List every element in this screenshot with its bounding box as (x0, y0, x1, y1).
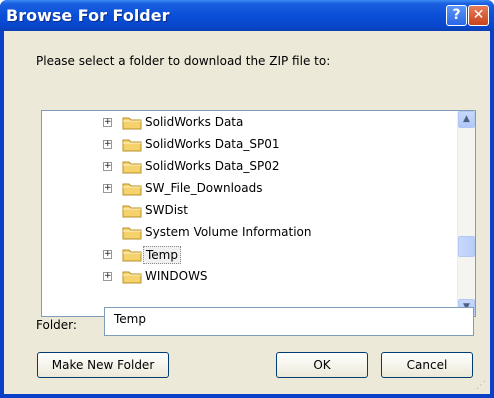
folder-icon (122, 271, 142, 284)
expand-toggle[interactable]: + (103, 250, 112, 259)
folder-icon (122, 183, 142, 196)
tree-item[interactable]: System Volume Information (42, 222, 452, 244)
expand-toggle[interactable]: + (103, 140, 112, 149)
instruction-text: Please select a folder to download the Z… (36, 54, 331, 68)
tree-item[interactable]: + SolidWorks Data_SP01 (42, 134, 452, 156)
folder-icon (122, 205, 142, 218)
expand-toggle[interactable]: + (103, 184, 112, 193)
cancel-button[interactable]: Cancel (381, 352, 473, 378)
tree-item[interactable]: + Temp (42, 244, 452, 266)
help-button[interactable]: ? (446, 5, 467, 26)
make-new-folder-button[interactable]: Make New Folder (37, 352, 169, 378)
tree-item-label: SolidWorks Data_SP01 (145, 137, 280, 151)
folder-icon (122, 117, 142, 130)
vertical-scrollbar[interactable]: ▲ ▼ (457, 111, 475, 316)
folder-tree[interactable]: + SolidWorks Data + SolidWorks Data_SP01 + So… (41, 110, 476, 317)
ok-button[interactable]: OK (276, 352, 368, 378)
tree-item[interactable]: SWDist (42, 200, 452, 222)
resize-grip[interactable]: ⋰ (476, 380, 488, 392)
browse-for-folder-dialog: Browse For Folder ? ✕ Please select a fo… (0, 0, 494, 398)
tree-item-label: SW_File_Downloads (145, 181, 263, 195)
tree-item-label: System Volume Information (145, 225, 312, 239)
tree-item[interactable]: + SolidWorks Data (42, 112, 452, 134)
tree-item-label: SolidWorks Data (145, 115, 244, 129)
folder-label: Folder: (36, 318, 77, 332)
tree-item[interactable]: + WINDOWS (42, 266, 452, 288)
dialog-body: Please select a folder to download the Z… (4, 31, 490, 394)
close-button[interactable]: ✕ (468, 5, 489, 26)
expand-toggle[interactable]: + (103, 162, 112, 171)
folder-icon (122, 139, 142, 152)
window-title: Browse For Folder (6, 6, 170, 25)
tree-item-label: SolidWorks Data_SP02 (145, 159, 280, 173)
tree-item[interactable]: + SolidWorks Data_SP02 (42, 156, 452, 178)
tree-item-label: SWDist (145, 203, 189, 217)
tree-item[interactable]: + SW_File_Downloads (42, 178, 452, 200)
folder-input[interactable]: Temp (104, 307, 474, 336)
expand-toggle[interactable]: + (103, 118, 112, 127)
tree-item-label: Temp (143, 246, 181, 264)
title-bar[interactable]: Browse For Folder ? ✕ (0, 0, 494, 31)
scroll-up-button[interactable]: ▲ (458, 111, 475, 128)
folder-icon (122, 227, 142, 240)
folder-icon (122, 249, 142, 262)
tree-item-label: WINDOWS (145, 269, 208, 283)
scroll-thumb[interactable] (458, 236, 475, 257)
expand-toggle[interactable]: + (103, 272, 112, 281)
folder-icon (122, 161, 142, 174)
